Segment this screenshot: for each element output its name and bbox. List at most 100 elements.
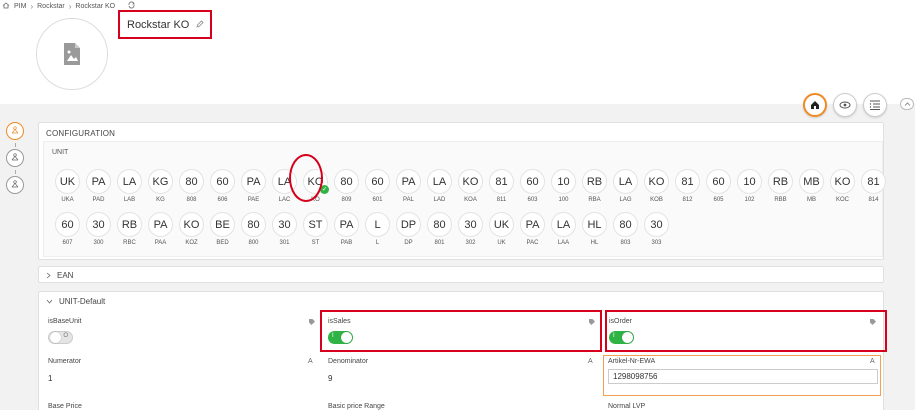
unit-option-label: 10 [737,169,762,194]
hierarchy-level-1[interactable] [6,122,24,140]
unit-option[interactable]: PA PAL [396,169,421,203]
unit-option[interactable]: 60 606 [210,169,235,203]
unit-option[interactable]: 80 803 [613,212,638,246]
unit-option-code: KOA [464,197,477,203]
unit-option[interactable]: MB MB [799,169,824,203]
unit-option[interactable]: PA PAA [148,212,173,246]
unit-option[interactable]: ST ST [303,212,328,246]
preview-button[interactable] [833,93,857,117]
configuration-title: CONFIGURATION [46,129,116,138]
unit-option[interactable]: 10 100 [551,169,576,203]
unit-option-code: RBC [123,240,136,246]
artikel-field: Artikel-Nr-EWA A 1298098756 [608,358,880,384]
unit-option-label: 60 [520,169,545,194]
home-icon[interactable] [2,1,10,11]
unit-option-label: 80 [334,169,359,194]
unit-option[interactable]: KO KOA [458,169,483,203]
hierarchy-level-2[interactable] [6,149,24,167]
denominator-value[interactable]: 9 [328,374,596,383]
list-view-button[interactable] [863,93,887,117]
unit-option-label: 80 [241,212,266,237]
unit-option[interactable]: 60 603 [520,169,545,203]
tag-icon [589,319,595,325]
is-sales-toggle[interactable]: I [328,331,353,344]
ean-panel[interactable]: EAN [38,266,884,283]
is-base-unit-toggle[interactable]: O [48,331,73,344]
unit-option-code: 800 [248,240,259,246]
is-order-toggle[interactable]: I [609,331,634,344]
unit-option-label: HL [582,212,607,237]
is-order-label: isOrder [609,318,632,325]
is-base-unit-label: isBaseUnit [48,318,82,325]
unit-option[interactable]: 30 302 [458,212,483,246]
collapse-header-button[interactable] [900,98,914,110]
unit-default-header[interactable]: UNIT-Default [46,297,105,306]
unit-option[interactable]: PA PAD [86,169,111,203]
unit-option[interactable]: UK UKA [55,169,80,203]
unit-option[interactable]: RB RBB [768,169,793,203]
unit-option[interactable]: RB RBA [582,169,607,203]
unit-option[interactable]: 81 812 [675,169,700,203]
is-sales-label: isSales [328,318,351,325]
unit-option-label: 60 [210,169,235,194]
unit-option-label: LA [551,212,576,237]
numerator-label: Numerator [48,358,82,365]
unit-option[interactable]: KO KOB [644,169,669,203]
numerator-value[interactable]: 1 [48,374,316,383]
unit-option[interactable]: 81 811 [489,169,514,203]
unit-option-label: KO [179,212,204,237]
unit-option-code: LAA [557,240,570,246]
product-image-placeholder[interactable] [36,18,108,90]
unit-option-label: LA [117,169,142,194]
unit-option[interactable]: DP DP [396,212,421,246]
unit-option-code: PAC [526,240,539,246]
unit-option[interactable]: 80 808 [179,169,204,203]
unit-option-code: PAL [403,197,414,203]
is-base-unit-field: isBaseUnit O [48,318,316,344]
unit-option[interactable]: 80 809 [334,169,359,203]
unit-option-code: 814 [868,197,879,203]
unit-option[interactable]: 10 102 [737,169,762,203]
unit-option-label: DP [396,212,421,237]
unit-option[interactable]: HL HL [582,212,607,246]
breadcrumb-item-rockstar[interactable]: Rockstar [37,3,65,10]
unit-option[interactable]: LA LAD [427,169,452,203]
unit-option[interactable]: 81 814 [861,169,886,203]
unit-option[interactable]: LA LAA [551,212,576,246]
unit-option-code: BED [216,240,229,246]
unit-option-label: 10 [551,169,576,194]
unit-option-label: KO [644,169,669,194]
unit-option[interactable]: LL [365,212,390,246]
unit-option[interactable]: 30 300 [86,212,111,246]
unit-option[interactable]: PA PAB [334,212,359,246]
unit-option[interactable]: RB RBC [117,212,142,246]
unit-option[interactable]: KO KOZ [179,212,204,246]
ean-header[interactable]: EAN [46,271,73,280]
unit-option[interactable]: 80 800 [241,212,266,246]
unit-option[interactable]: UK UK [489,212,514,246]
unit-option[interactable]: KO KOC [830,169,855,203]
unit-option[interactable]: 60 601 [365,169,390,203]
unit-option-code: PAD [92,197,105,203]
unit-option[interactable]: KG KG [148,169,173,203]
unit-option-code: PAA [154,240,167,246]
breadcrumb-item-pim[interactable]: PIM [14,3,26,10]
unit-option[interactable]: LA LAG [613,169,638,203]
unit-option[interactable]: 60 605 [706,169,731,203]
unit-option[interactable]: PA PAE [241,169,266,203]
unit-option[interactable]: 30 303 [644,212,669,246]
unit-option[interactable]: BE BED [210,212,235,246]
home-view-button[interactable] [803,93,827,117]
unit-option[interactable]: 60 607 [55,212,80,246]
unit-option[interactable]: 30 301 [272,212,297,246]
edit-pencil-icon[interactable] [196,19,204,31]
base-price-field: Base Price [48,403,82,410]
unit-option-code: ST [311,240,320,246]
unit-option-code: 302 [465,240,476,246]
hierarchy-level-3[interactable] [6,176,24,194]
unit-option[interactable]: 80 801 [427,212,452,246]
unit-option-code: 300 [93,240,104,246]
unit-option[interactable]: PA PAC [520,212,545,246]
unit-option[interactable]: LA LAB [117,169,142,203]
artikel-input[interactable]: 1298098756 [608,369,878,384]
